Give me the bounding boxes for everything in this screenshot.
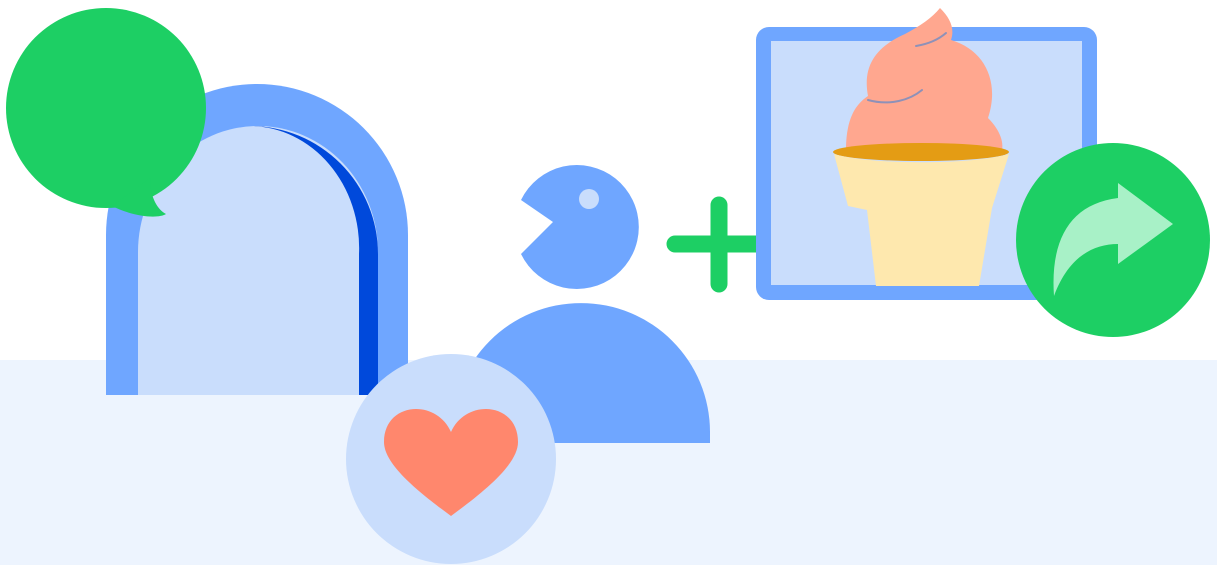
plus-icon [666, 196, 773, 293]
illustration-canvas [0, 8, 1217, 565]
illustration-scene [0, 0, 1217, 565]
heart-icon [346, 354, 556, 564]
share-arrow-icon [1016, 143, 1210, 337]
